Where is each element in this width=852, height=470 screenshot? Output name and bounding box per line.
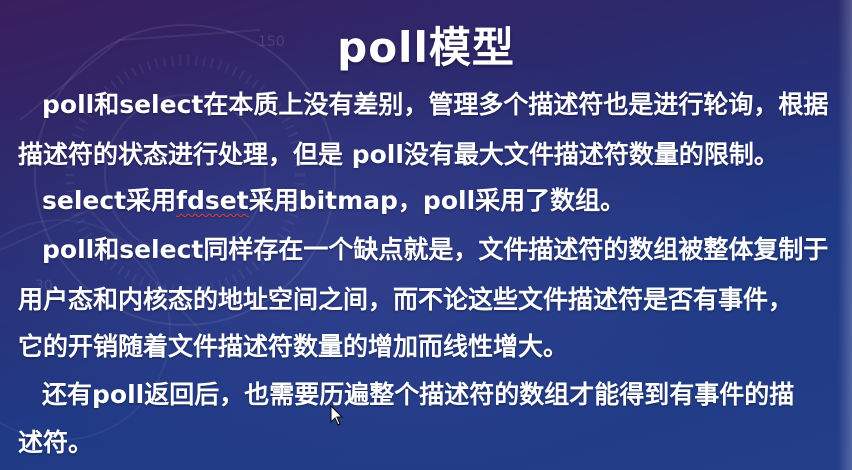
paragraph-4-line-2: 述符。 [18,428,94,457]
paragraph-3-line-1: poll和select同样存在一个缺点就是，文件描述符的数组被整体复制于 [42,235,829,264]
window-edge [838,0,852,470]
paragraph-3-line-3: 它的开销随着文件描述符数量的增加而线性增大。 [18,332,569,361]
paragraph-3-line-2: 用户态和内核态的地址空间之间，而不论这些文件描述符是否有事件， [18,285,794,314]
paragraph-1-line-1: poll和select在本质上没有差别，管理多个描述符也是进行轮询，根据 [42,90,829,119]
spellcheck-marked-word: fdset [176,186,249,215]
mouse-pointer-icon [330,405,344,426]
slide-title: poll模型 [337,23,515,72]
presentation-slide: 150 30 poll模型 poll和select在本质上没有差别，管理多个描述… [0,0,852,470]
paragraph-2-text-a: select采用 [42,186,177,215]
paragraph-1-line-2: 描述符的状态进行处理，但是 poll没有最大文件描述符数量的限制。 [18,140,779,169]
paragraph-2-line-1: select采用fdset采用bitmap，poll采用了数组。 [42,184,625,218]
paragraph-4-line-1: 还有poll返回后，也需要历遍整个描述符的数组才能得到有事件的描 [42,380,795,409]
paragraph-2-text-b: 采用bitmap，poll采用了数组。 [248,186,626,215]
